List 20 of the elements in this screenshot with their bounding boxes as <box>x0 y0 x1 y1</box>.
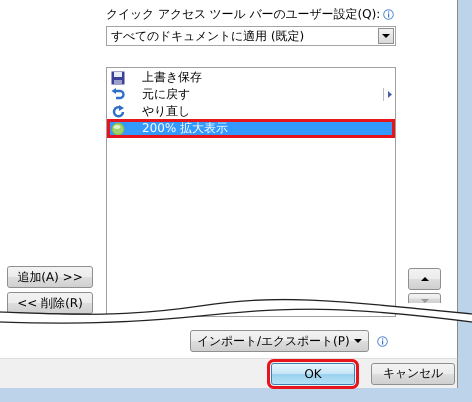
ball-icon <box>111 122 125 136</box>
move-down-button[interactable] <box>408 293 441 303</box>
undo-arrow-icon <box>111 88 125 102</box>
remove-button[interactable]: << 削除(R) <box>7 292 93 314</box>
customize-label: クイック アクセス ツール バーのユーザー設定(Q): <box>106 6 380 22</box>
info-icon <box>376 336 388 346</box>
command-list-item[interactable]: 上書き保存 <box>108 69 394 86</box>
import-export-button[interactable]: インポート/エクスポート(P) <box>190 330 369 352</box>
cancel-button[interactable]: キャンセル <box>371 362 455 384</box>
dropdown-arrow-icon <box>354 339 362 343</box>
dropdown-arrow-icon <box>382 34 390 38</box>
redo-arrow-icon <box>111 104 125 118</box>
move-up-button[interactable] <box>408 268 441 290</box>
command-list-item[interactable]: やり直し <box>108 103 394 120</box>
add-button[interactable]: 追加(A) >> <box>7 266 93 288</box>
scope-dropdown[interactable]: すべてのドキュメントに適用 (既定) <box>106 26 396 46</box>
down-triangle-icon <box>420 299 428 303</box>
up-triangle-icon <box>420 277 428 281</box>
info-icon <box>383 8 394 20</box>
command-list-item[interactable]: 元に戻す <box>108 86 394 103</box>
